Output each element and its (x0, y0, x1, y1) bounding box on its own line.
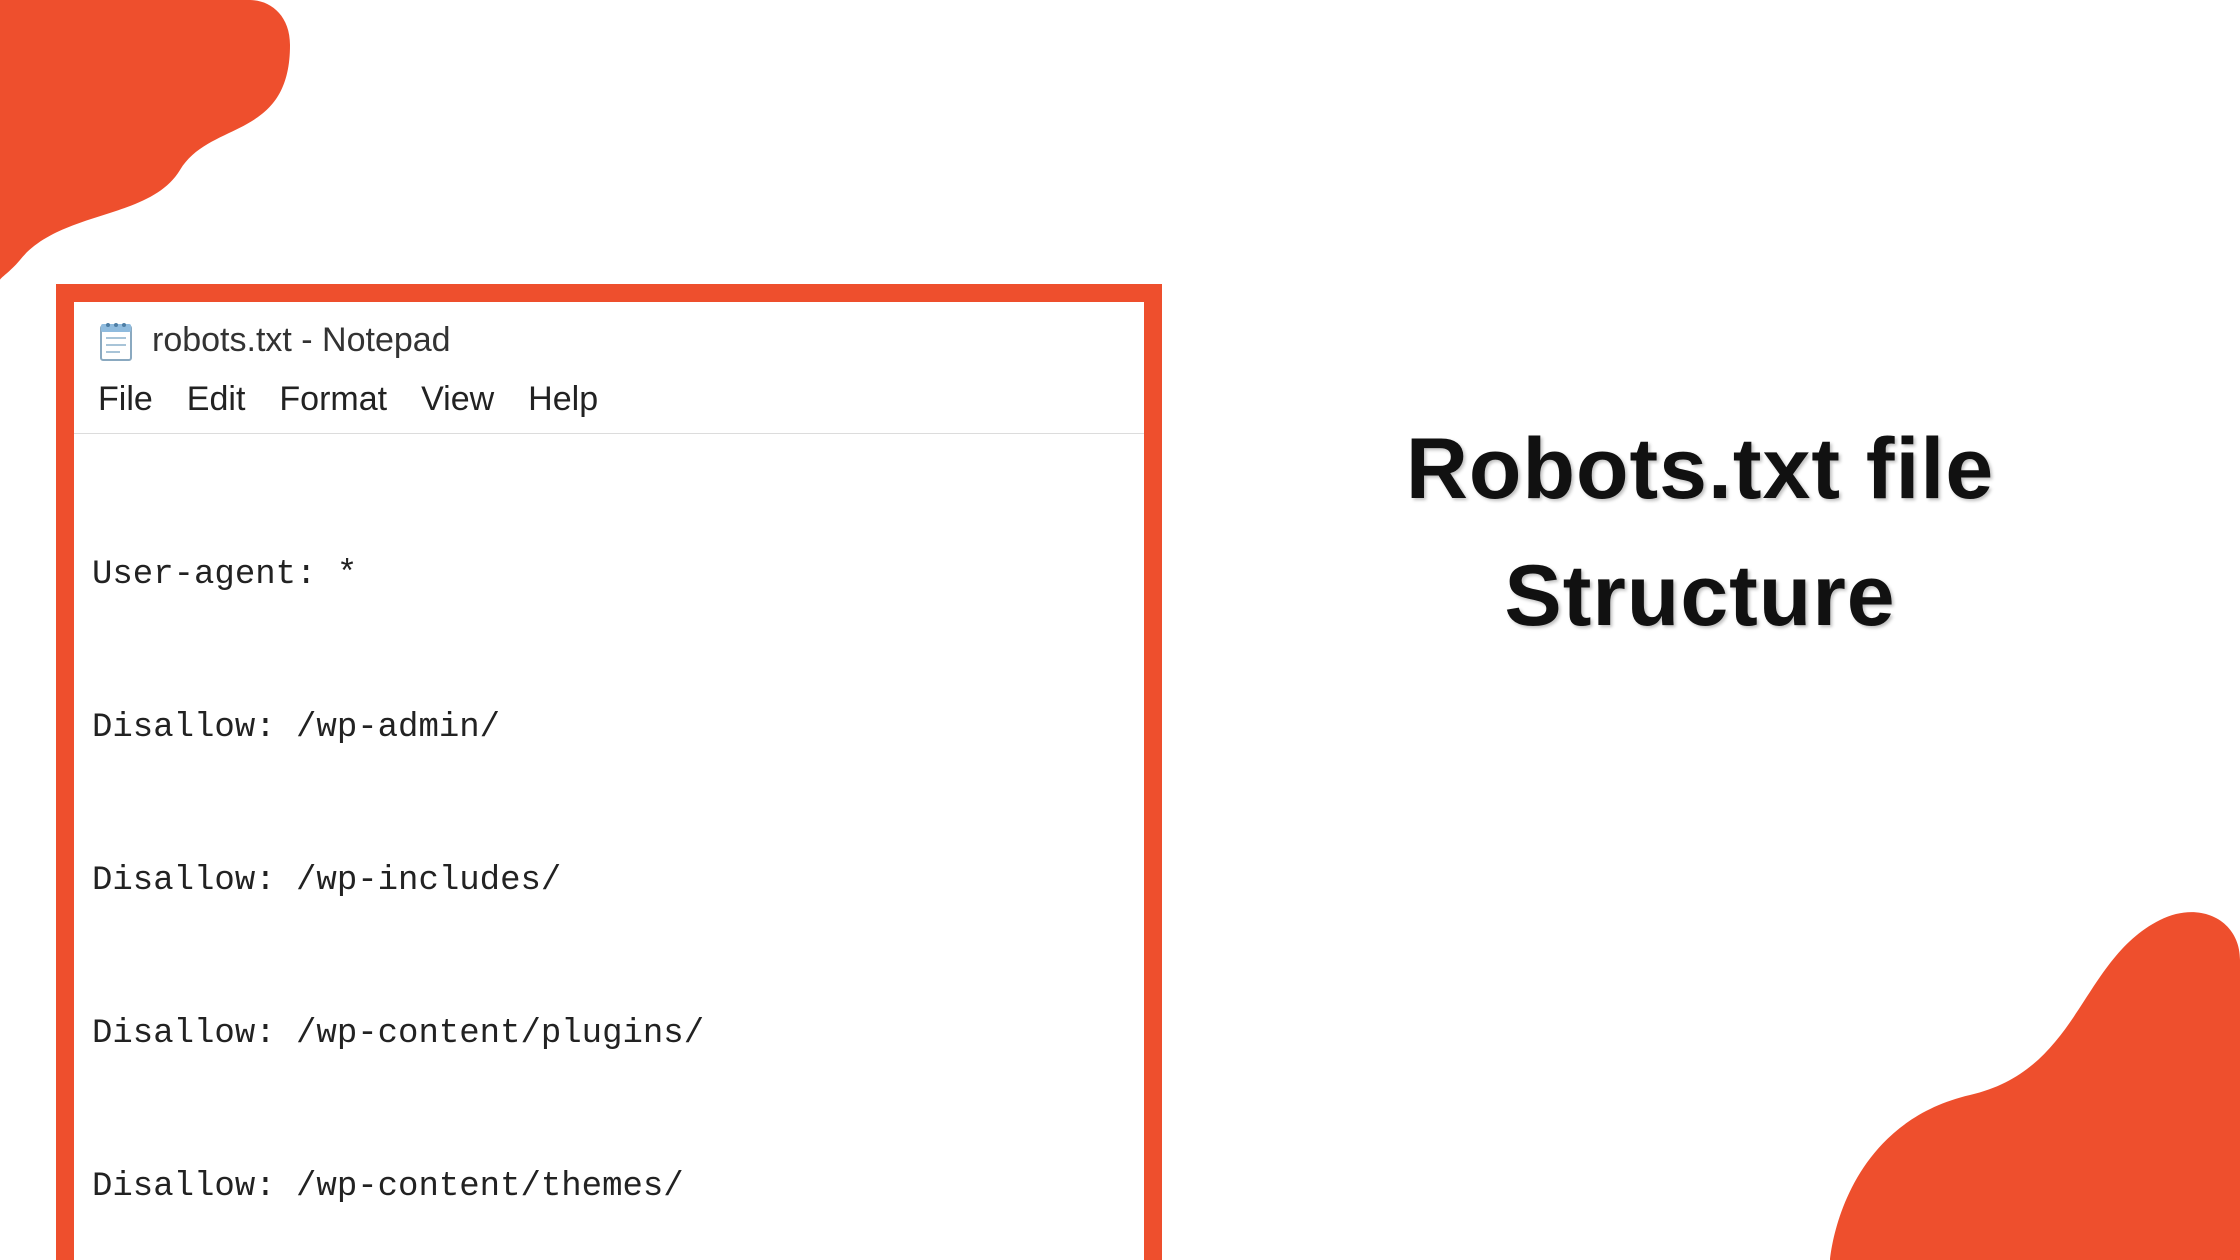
editor-line: Disallow: /wp-content/plugins/ (92, 1009, 1126, 1060)
notepad-menubar: File Edit Format View Help (74, 374, 1144, 434)
menu-file[interactable]: File (98, 380, 153, 419)
heading-line-1: Robots.txt file (1200, 420, 2200, 519)
editor-line: Disallow: /wp-includes/ (92, 856, 1126, 907)
slide-heading: Robots.txt file Structure (1200, 420, 2200, 646)
menu-help[interactable]: Help (528, 380, 598, 419)
notepad-titlebar: robots.txt - Notepad (74, 302, 1144, 374)
menu-view[interactable]: View (421, 380, 494, 419)
notepad-title: robots.txt - Notepad (152, 321, 451, 360)
notepad-editor[interactable]: User-agent: * Disallow: /wp-admin/ Disal… (74, 434, 1144, 1260)
menu-edit[interactable]: Edit (187, 380, 246, 419)
menu-format[interactable]: Format (279, 380, 387, 419)
editor-line: User-agent: * (92, 550, 1126, 601)
editor-line: Disallow: /wp-admin/ (92, 703, 1126, 754)
editor-line: Disallow: /wp-content/themes/ (92, 1162, 1126, 1213)
heading-line-2: Structure (1200, 547, 2200, 646)
notepad-icon (98, 318, 134, 362)
notepad-window: robots.txt - Notepad File Edit Format Vi… (56, 284, 1162, 1260)
